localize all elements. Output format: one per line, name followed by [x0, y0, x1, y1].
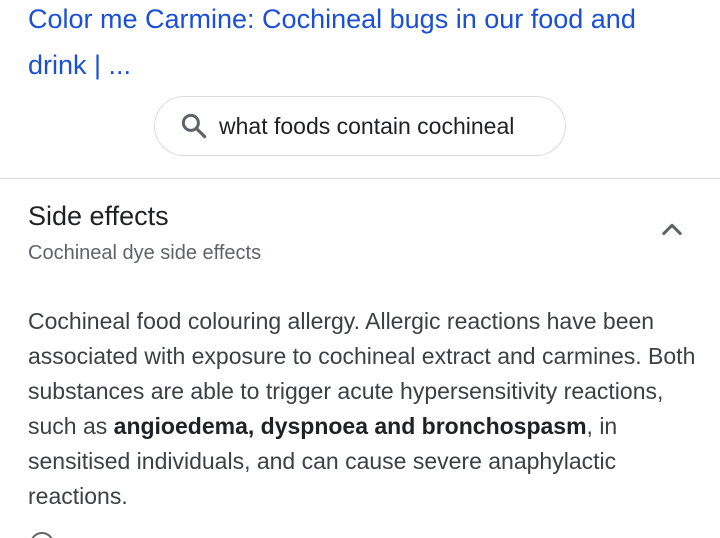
side-effects-section-header[interactable]: Side effects Cochineal dye side effects [0, 179, 720, 279]
related-search-chip[interactable]: what foods contain cochineal [154, 96, 566, 156]
section-title: Side effects [28, 201, 169, 231]
search-icon [181, 113, 207, 139]
search-results-page: Color me Carmine: Cochineal bugs in our … [0, 0, 720, 538]
snippet-bold-terms: angioedema, dyspnoea and bronchospasm [113, 413, 587, 439]
section-subtitle: Cochineal dye side effects [28, 242, 262, 264]
featured-snippet-text: Cochineal food colouring allergy. Allerg… [28, 304, 698, 514]
source-favicon-icon [30, 532, 54, 538]
result-title-link[interactable]: Color me Carmine: Cochineal bugs in our … [28, 0, 698, 88]
related-search-query: what foods contain cochineal [219, 112, 515, 139]
chevron-up-icon[interactable] [658, 216, 686, 244]
